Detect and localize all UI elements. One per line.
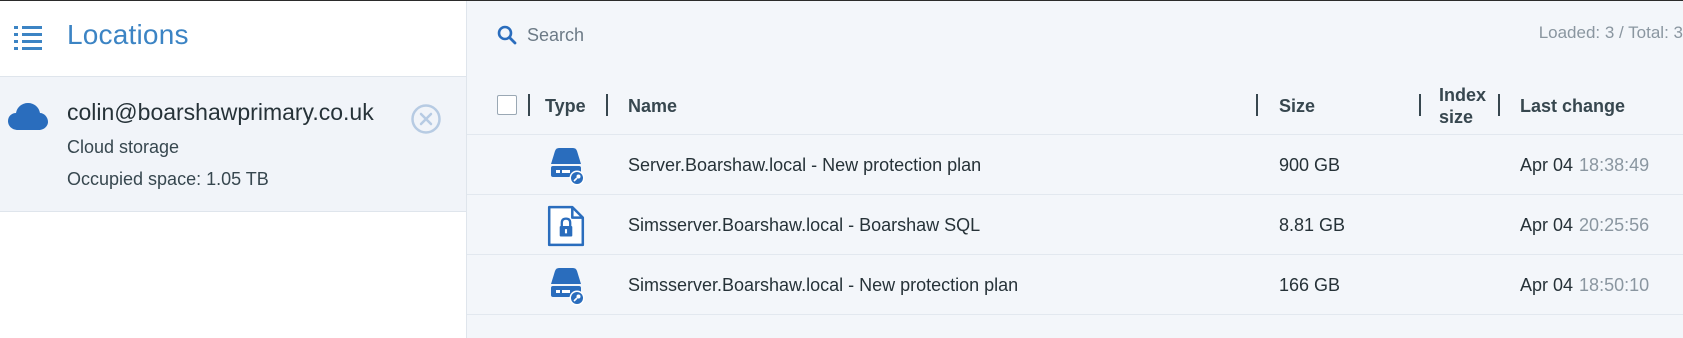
backup-last-change: Apr 04 18:38:49 (1520, 135, 1649, 195)
location-email: colin@boarshawprimary.co.uk (67, 99, 374, 125)
table-row[interactable]: Simsserver.Boarshaw.local - New protecti… (467, 255, 1683, 315)
column-separator[interactable] (1419, 94, 1421, 116)
backup-size: 900 GB (1279, 154, 1341, 175)
close-circle-icon[interactable] (410, 103, 442, 135)
column-separator[interactable] (606, 94, 608, 116)
backups-panel: Loaded: 3 / Total: 3 Type Name Size Inde… (467, 1, 1683, 338)
column-header-size[interactable]: Size (1279, 77, 1315, 135)
last-change-time: 20:25:56 (1579, 214, 1650, 235)
column-header-index-size[interactable]: Index size (1439, 77, 1486, 135)
backup-last-change: Apr 04 20:25:56 (1520, 195, 1649, 255)
list-icon[interactable] (14, 25, 42, 51)
last-change-date: Apr 04 (1520, 274, 1574, 295)
backup-name: Simsserver.Boarshaw.local - Boarshaw SQL (628, 214, 981, 235)
column-separator[interactable] (1498, 94, 1500, 116)
drive-key-icon (551, 148, 585, 186)
backup-name: Simsserver.Boarshaw.local - New protecti… (628, 274, 1019, 295)
backup-size: 8.81 GB (1279, 214, 1346, 235)
table-row[interactable]: Simsserver.Boarshaw.local - Boarshaw SQL… (467, 195, 1683, 255)
column-header-last-change[interactable]: Last change (1520, 77, 1625, 135)
last-change-time: 18:50:10 (1579, 274, 1650, 295)
cloud-icon (8, 103, 48, 130)
last-change-date: Apr 04 (1520, 154, 1574, 175)
location-occupied-space: Occupied space: 1.05 TB (67, 169, 269, 189)
page-title: Locations (67, 19, 189, 50)
column-separator[interactable] (1256, 94, 1258, 116)
loaded-count: Loaded: 3 / Total: 3 (1538, 23, 1683, 42)
last-change-date: Apr 04 (1520, 214, 1574, 235)
table-row[interactable]: Server.Boarshaw.local - New protection p… (467, 135, 1683, 195)
search-icon (497, 25, 517, 45)
drive-key-icon (551, 268, 585, 306)
column-header-name[interactable]: Name (628, 77, 677, 135)
search-bar: Loaded: 3 / Total: 3 (467, 1, 1683, 71)
table-header: Type Name Size Index size Last change (467, 77, 1683, 135)
column-separator[interactable] (528, 94, 530, 116)
backup-last-change: Apr 04 18:50:10 (1520, 255, 1649, 315)
file-lock-icon (547, 205, 585, 247)
location-item-cloud[interactable]: colin@boarshawprimary.co.uk Cloud storag… (0, 77, 466, 212)
backup-size: 166 GB (1279, 274, 1341, 295)
column-header-type[interactable]: Type (545, 77, 586, 135)
backup-name: Server.Boarshaw.local - New protection p… (628, 154, 982, 175)
index-size-label-line1: Index (1439, 85, 1487, 105)
location-type: Cloud storage (67, 137, 180, 157)
index-size-label-line2: size (1439, 107, 1474, 127)
locations-panel: Locations colin@boarshawprimary.co.uk Cl… (0, 1, 467, 338)
last-change-time: 18:38:49 (1579, 154, 1650, 175)
search-input[interactable] (527, 21, 927, 49)
locations-header: Locations (0, 1, 466, 77)
select-all-checkbox[interactable] (497, 95, 517, 115)
